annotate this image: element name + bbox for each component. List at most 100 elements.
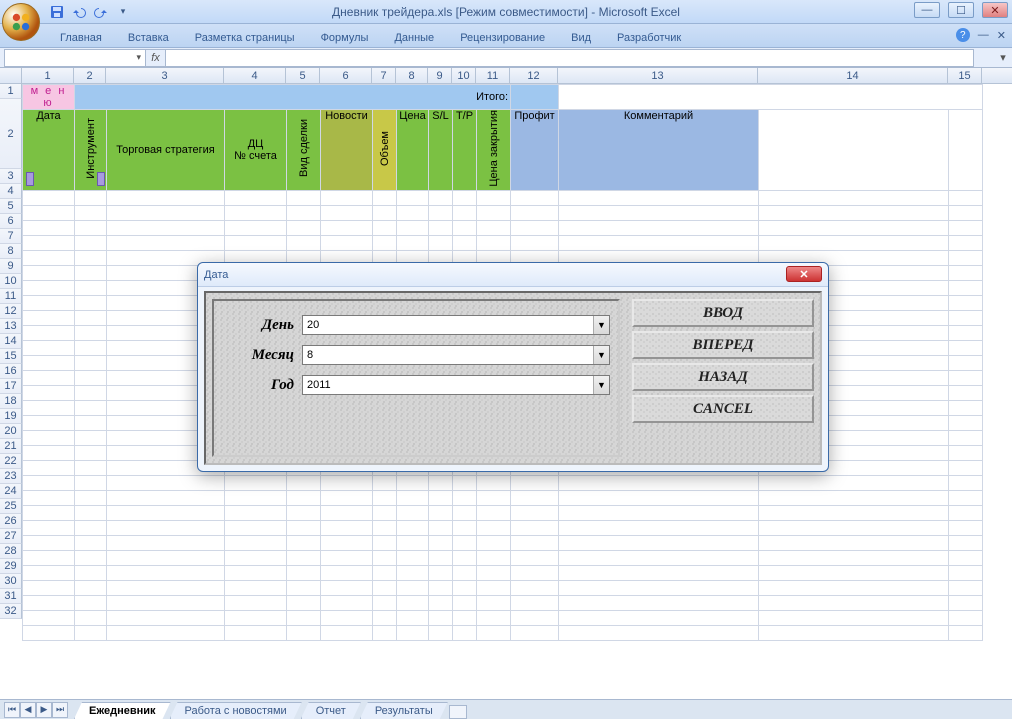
- cell[interactable]: [511, 505, 559, 520]
- cell[interactable]: [107, 475, 225, 490]
- cell[interactable]: [321, 205, 373, 220]
- office-button[interactable]: [2, 3, 40, 41]
- cell[interactable]: [321, 595, 373, 610]
- cell[interactable]: [429, 205, 453, 220]
- cell[interactable]: [287, 475, 321, 490]
- cell[interactable]: [225, 550, 287, 565]
- cell[interactable]: [559, 490, 759, 505]
- cell[interactable]: [107, 535, 225, 550]
- cell[interactable]: [287, 610, 321, 625]
- cell[interactable]: [759, 520, 949, 535]
- cell[interactable]: [397, 220, 429, 235]
- cell[interactable]: [477, 535, 511, 550]
- cell[interactable]: [949, 610, 983, 625]
- cell[interactable]: [287, 505, 321, 520]
- name-box[interactable]: ▾: [4, 49, 146, 67]
- cell[interactable]: [75, 475, 107, 490]
- col-header[interactable]: 7: [372, 68, 396, 83]
- cell[interactable]: [23, 475, 75, 490]
- cell[interactable]: [287, 220, 321, 235]
- cell[interactable]: [397, 565, 429, 580]
- cell[interactable]: [949, 370, 983, 385]
- cell[interactable]: [225, 505, 287, 520]
- tab-developer[interactable]: Разработчик: [605, 28, 693, 47]
- cell[interactable]: [511, 235, 559, 250]
- maximize-button[interactable]: ☐: [948, 2, 974, 18]
- cell[interactable]: [107, 190, 225, 205]
- cell[interactable]: [75, 190, 107, 205]
- cell[interactable]: [949, 340, 983, 355]
- cell[interactable]: [373, 475, 397, 490]
- col-header[interactable]: 3: [106, 68, 224, 83]
- cell[interactable]: [23, 385, 75, 400]
- cell[interactable]: [511, 205, 559, 220]
- cell[interactable]: [477, 235, 511, 250]
- cell[interactable]: [559, 505, 759, 520]
- dialog-titlebar[interactable]: Дата ✕: [198, 263, 828, 287]
- tab-home[interactable]: Главная: [48, 28, 114, 47]
- cell[interactable]: [287, 235, 321, 250]
- cell[interactable]: [373, 205, 397, 220]
- cell[interactable]: [453, 610, 477, 625]
- row-header[interactable]: 13: [0, 319, 22, 334]
- cell[interactable]: [511, 535, 559, 550]
- cell[interactable]: [225, 565, 287, 580]
- cell[interactable]: [23, 520, 75, 535]
- cell[interactable]: [759, 550, 949, 565]
- row-header[interactable]: 18: [0, 394, 22, 409]
- cell[interactable]: [321, 565, 373, 580]
- cell[interactable]: [23, 625, 75, 640]
- cell[interactable]: [453, 220, 477, 235]
- cell[interactable]: [949, 295, 983, 310]
- cell[interactable]: [75, 370, 107, 385]
- cell[interactable]: [373, 535, 397, 550]
- cell[interactable]: [225, 535, 287, 550]
- col-header[interactable]: 9: [428, 68, 452, 83]
- cell[interactable]: [321, 490, 373, 505]
- cell[interactable]: [949, 325, 983, 340]
- row-header[interactable]: 15: [0, 349, 22, 364]
- chevron-down-icon[interactable]: ▼: [593, 316, 609, 334]
- cell[interactable]: [321, 580, 373, 595]
- cell[interactable]: [511, 610, 559, 625]
- cell[interactable]: [107, 565, 225, 580]
- new-sheet-button[interactable]: [449, 705, 467, 719]
- cell[interactable]: [23, 460, 75, 475]
- cell[interactable]: [429, 505, 453, 520]
- cell[interactable]: [949, 445, 983, 460]
- cell[interactable]: [949, 310, 983, 325]
- cell[interactable]: [559, 220, 759, 235]
- formula-expand-icon[interactable]: ▾: [994, 51, 1012, 64]
- cell[interactable]: [759, 475, 949, 490]
- cell[interactable]: [429, 610, 453, 625]
- cell[interactable]: [511, 580, 559, 595]
- cell[interactable]: [949, 520, 983, 535]
- cell[interactable]: [949, 250, 983, 265]
- row-header[interactable]: 16: [0, 364, 22, 379]
- row-header[interactable]: 25: [0, 499, 22, 514]
- dialog-close-button[interactable]: ✕: [786, 266, 822, 282]
- cell[interactable]: [287, 550, 321, 565]
- cell[interactable]: [559, 550, 759, 565]
- help-icon[interactable]: ?: [956, 28, 970, 42]
- row-header[interactable]: 24: [0, 484, 22, 499]
- cell[interactable]: [759, 565, 949, 580]
- cell[interactable]: [23, 550, 75, 565]
- cell[interactable]: [949, 235, 983, 250]
- cell[interactable]: [429, 475, 453, 490]
- cell[interactable]: [511, 475, 559, 490]
- cell[interactable]: [75, 460, 107, 475]
- cell[interactable]: [23, 595, 75, 610]
- cell[interactable]: [559, 190, 759, 205]
- row-header[interactable]: 31: [0, 589, 22, 604]
- cell[interactable]: [287, 520, 321, 535]
- cell[interactable]: [75, 430, 107, 445]
- cell[interactable]: [949, 505, 983, 520]
- cell[interactable]: [453, 565, 477, 580]
- cell[interactable]: [23, 430, 75, 445]
- cell[interactable]: [477, 520, 511, 535]
- menu-cell[interactable]: м е н ю: [23, 85, 75, 110]
- cell[interactable]: [75, 340, 107, 355]
- cell[interactable]: [949, 385, 983, 400]
- tab-pagelayout[interactable]: Разметка страницы: [183, 28, 307, 47]
